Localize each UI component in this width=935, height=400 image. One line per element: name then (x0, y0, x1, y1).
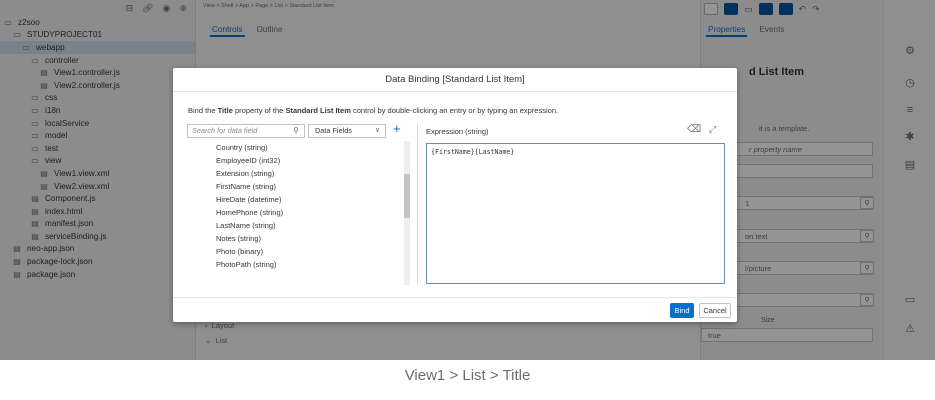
caption: View1 > List > Title (0, 360, 935, 400)
pane-divider[interactable] (417, 124, 418, 284)
list-item[interactable]: Country (string) (193, 141, 413, 154)
ide-window: ⊟ 🔗︎ ◉ ⊕ ▭ z2soo ▭ STUDYPROJECT01 ▭ webapp ▭ co… (0, 0, 935, 360)
dialog-title: Data Binding [Standard List Item] (173, 68, 737, 92)
list-item[interactable]: Extension (string) (193, 167, 413, 180)
bind-button[interactable]: Bind (670, 303, 694, 318)
search-icon[interactable]: ⚲ (293, 125, 299, 137)
expand-icon[interactable]: ⤢ (709, 124, 716, 135)
list-item[interactable]: FirstName (string) (193, 180, 413, 193)
list-item[interactable]: HireDate (datetime) (193, 193, 413, 206)
list-item[interactable]: Photo (binary) (193, 245, 413, 258)
list-item[interactable]: EmployeeID (int32) (193, 154, 413, 167)
chevron-down-icon: ∨ (374, 127, 380, 134)
expression-editor[interactable]: {FirstName}{LastName} (426, 143, 725, 284)
add-icon[interactable]: + (393, 121, 401, 136)
data-field-list: Country (string) EmployeeID (int32) Extens… (193, 141, 413, 285)
list-item[interactable]: Notes (string) (193, 232, 413, 245)
list-item[interactable]: PhotoPath (string) (193, 258, 413, 271)
scrollbar-thumb[interactable] (404, 174, 410, 218)
field-search-input[interactable]: Search for data field ⚲ (187, 124, 305, 138)
data-fields-select[interactable]: Data Fields ∨ (308, 124, 386, 138)
list-item[interactable]: LastName (string) (193, 219, 413, 232)
cancel-button[interactable]: Cancel (699, 303, 731, 318)
data-binding-dialog: Data Binding [Standard List Item] Bind t… (173, 68, 737, 322)
field-list-scrollbar[interactable] (404, 141, 410, 285)
dialog-instruction: Bind the Title property of the Standard … (188, 106, 559, 115)
expression-label: Expression (string) (426, 127, 489, 136)
list-item[interactable]: HomePhone (string) (193, 206, 413, 219)
footer-divider (173, 297, 737, 298)
eraser-icon[interactable]: ⌫ (687, 124, 701, 135)
